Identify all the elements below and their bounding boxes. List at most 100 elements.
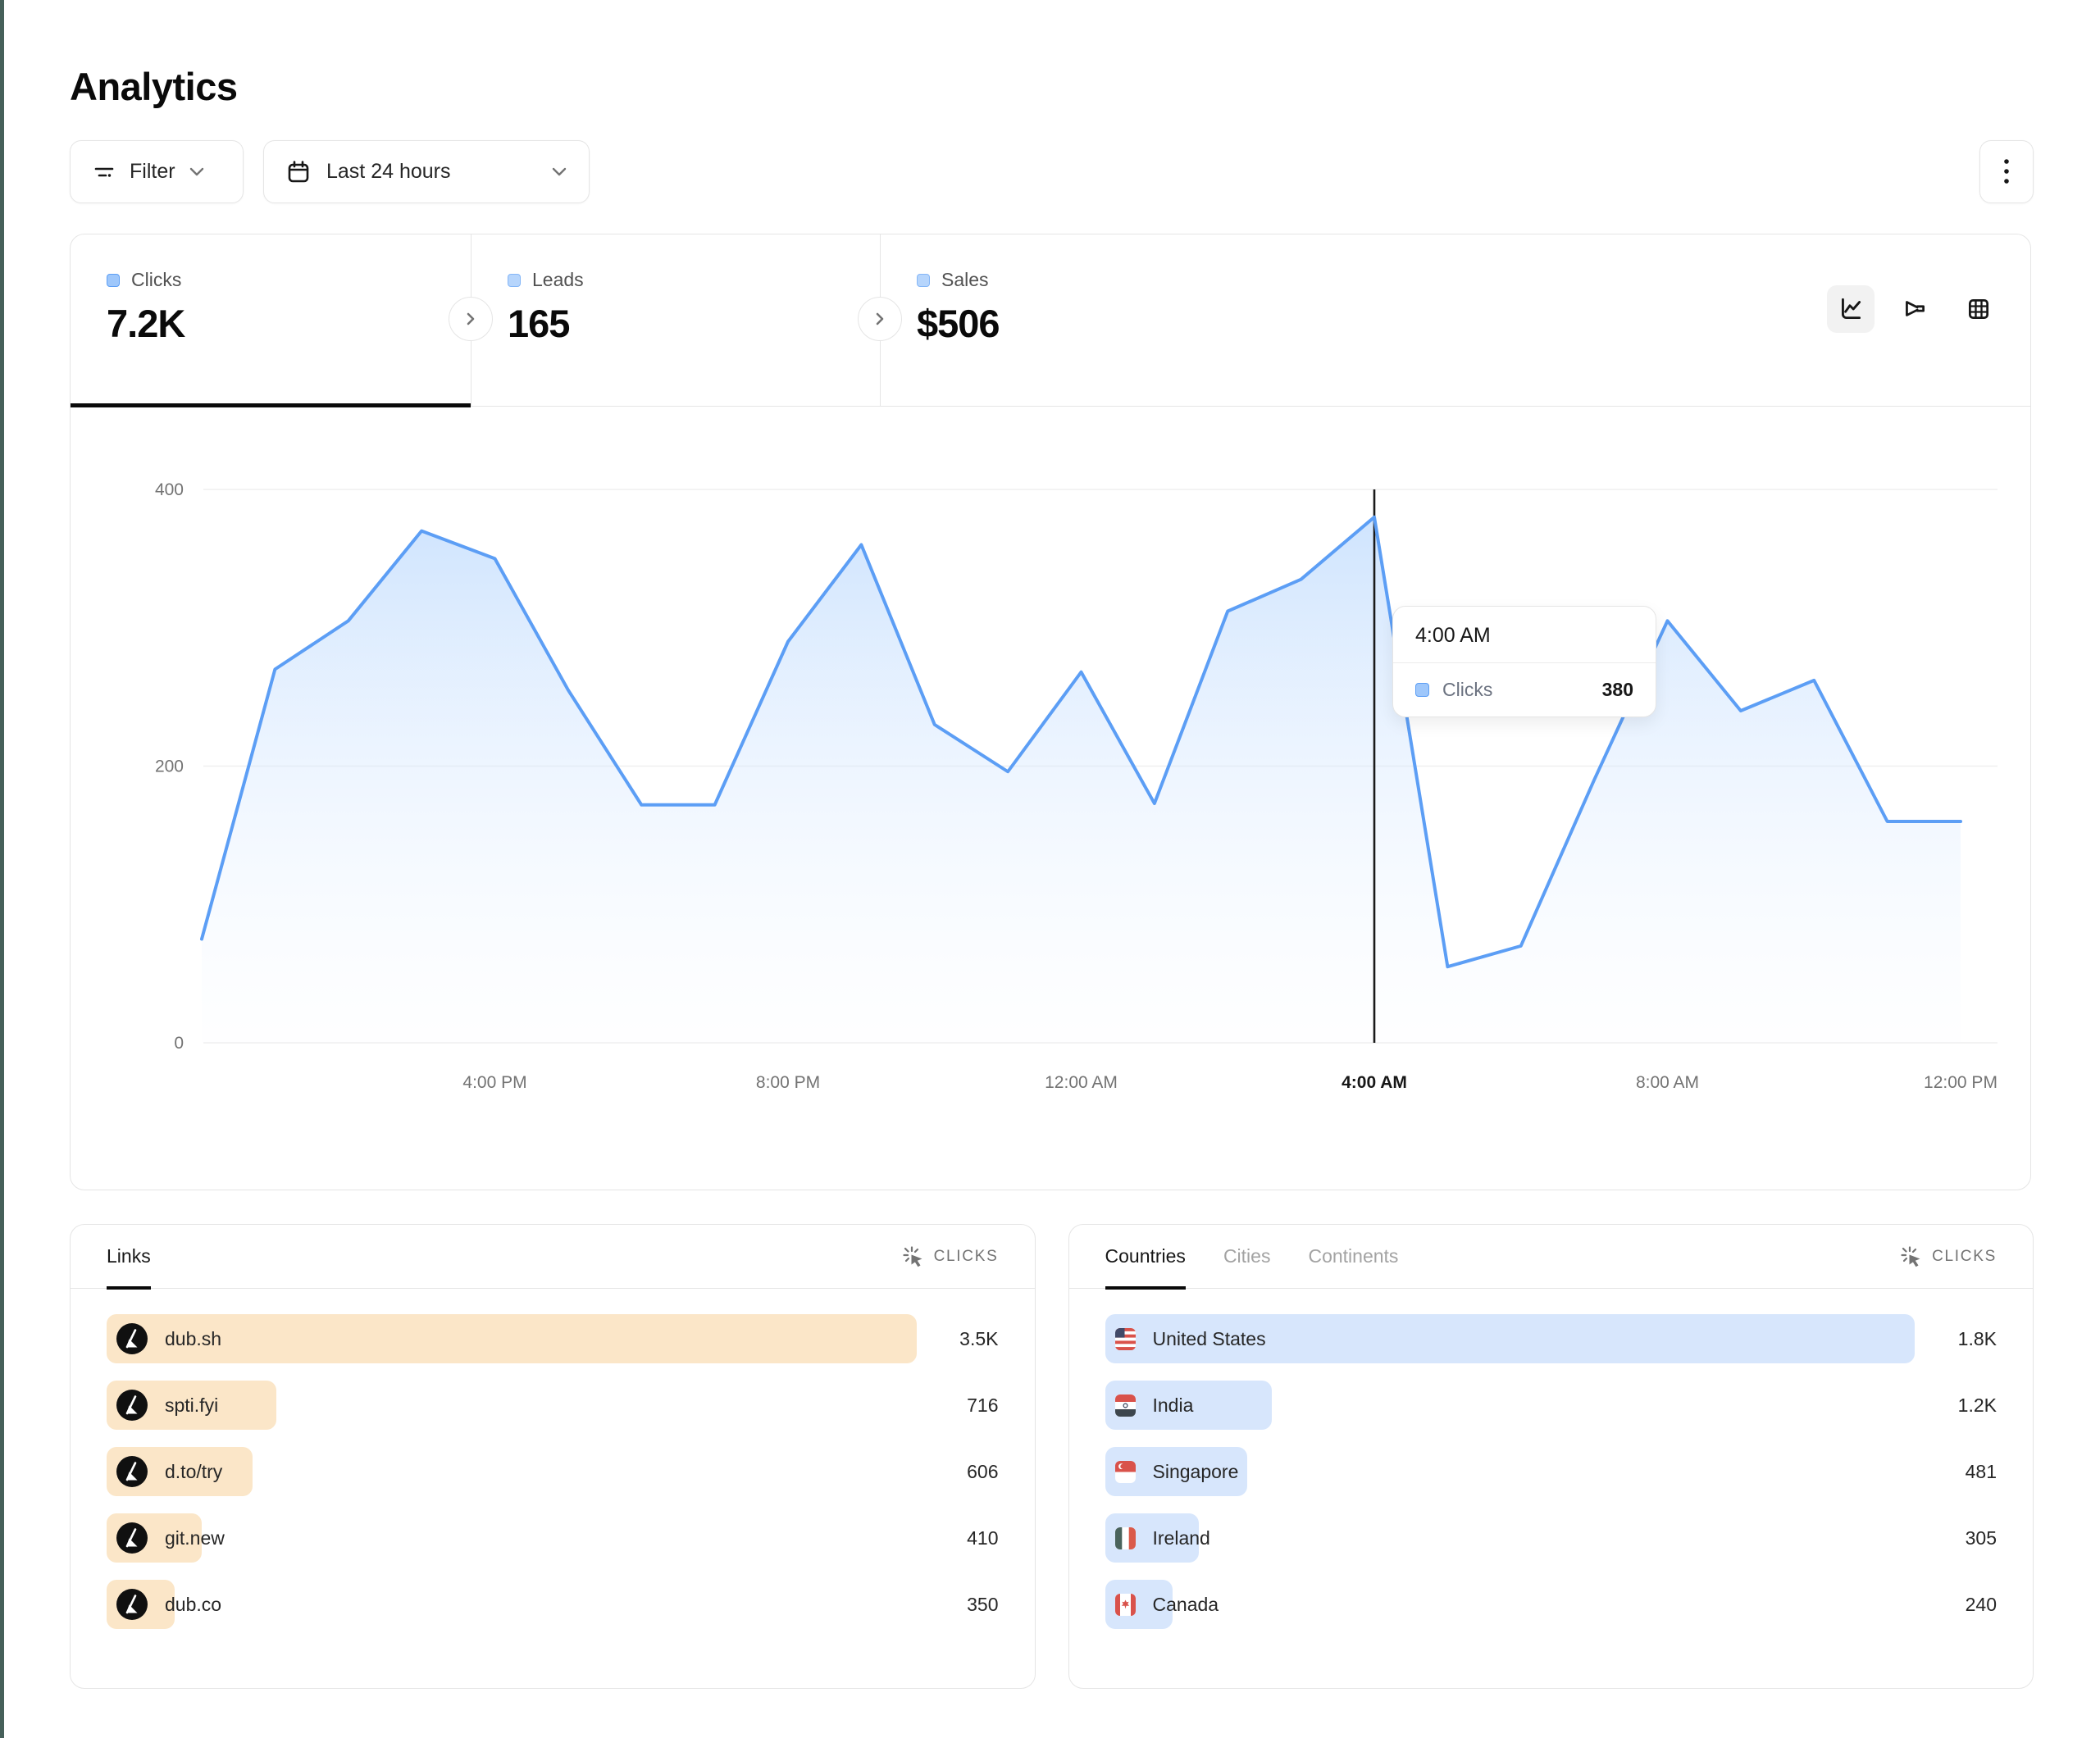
tab-continents[interactable]: Continents [1308,1225,1398,1288]
svg-text:8:00 AM: 8:00 AM [1636,1073,1699,1092]
row-label: Ireland [1153,1527,1210,1549]
link-row[interactable]: dub.co 350 [107,1580,999,1629]
tab-links[interactable]: Links [107,1225,151,1288]
row-label: Singapore [1153,1461,1239,1483]
ie-flag-icon [1115,1527,1136,1549]
sg-flag-icon [1115,1461,1136,1483]
row-label: d.to/try [165,1461,222,1483]
metric-tabs-bar: Clicks 7.2K Leads 165 Sales $506 [71,234,2030,407]
table-view-button[interactable] [1955,285,2002,333]
dub-logo-icon [116,1589,148,1620]
cursor-click-icon [1900,1245,1923,1268]
row-value: 3.5K [959,1314,998,1363]
row-head: Canada [1115,1580,1219,1629]
active-tab-underline [107,1286,151,1290]
chart-body: 0 200 400 4:00 PM 8:00 PM 12:00 AM 4:00 AM 8:00… [71,407,2029,1190]
active-tab-underline [1105,1286,1186,1290]
bar-track [1105,1513,1916,1563]
country-row[interactable]: India1.2K [1105,1381,1998,1430]
svg-text:8:00 PM: 8:00 PM [756,1073,820,1092]
row-label: dub.co [165,1594,221,1616]
bar-track [1105,1381,1916,1430]
svg-text:0: 0 [174,1034,184,1053]
line-chart-view-button[interactable] [1827,285,1875,333]
row-head: git.new [116,1513,225,1563]
svg-text:4:00 PM: 4:00 PM [462,1073,526,1092]
row-value: 305 [1966,1513,1997,1563]
metric-tab-leads[interactable]: Leads 165 [471,234,881,406]
row-label: spti.fyi [165,1394,218,1417]
in-flag-icon [1115,1394,1136,1417]
bar-track [107,1447,917,1496]
country-row[interactable]: Singapore481 [1105,1447,1998,1496]
country-row[interactable]: United States 1.8K [1105,1314,1998,1363]
row-head: United States [1115,1314,1266,1363]
clicks-marker-icon [107,274,120,287]
dub-logo-icon [116,1323,148,1354]
countries-panel: Countries Cities Continents CLICKS [1068,1224,2034,1689]
metric-value: 165 [508,301,880,346]
row-value: 350 [967,1580,998,1629]
countries-rows: United States 1.8K India1.2K Singapore481 Ir… [1069,1289,2034,1629]
clicks-marker-icon [1415,683,1429,697]
row-head: dub.sh [116,1314,221,1363]
clicks-area-chart[interactable]: 0 200 400 4:00 PM 8:00 PM 12:00 AM 4:00 AM 8:00… [71,407,2029,1190]
svg-text:200: 200 [155,758,184,776]
metric-label: Sales [941,269,989,291]
tab-label: Cities [1223,1245,1271,1267]
row-value: 1.8K [1958,1314,1997,1363]
toolbar: Filter Last 24 hours [70,140,2034,203]
row-head: dub.co [116,1580,221,1629]
row-head: spti.fyi [116,1381,218,1430]
page-title: Analytics [70,64,2034,109]
row-label: Canada [1153,1594,1219,1616]
filter-button[interactable]: Filter [70,140,244,203]
clicks-column-header[interactable]: CLICKS [902,1245,999,1268]
expand-leads-tab-button[interactable] [858,297,902,341]
clicks-column-header[interactable]: CLICKS [1900,1245,1997,1268]
line-chart-icon [1837,295,1865,323]
tab-countries[interactable]: Countries [1105,1225,1186,1288]
tab-label: Countries [1105,1245,1186,1267]
funnel-view-button[interactable] [1891,285,1938,333]
tab-label: Links [107,1245,151,1267]
tab-cities[interactable]: Cities [1223,1225,1271,1288]
row-value: 410 [967,1513,998,1563]
row-value: 240 [1966,1580,1997,1629]
bar-track [1105,1580,1916,1629]
leads-marker-icon [508,274,521,287]
tab-label: Continents [1308,1245,1398,1267]
funnel-icon [1901,295,1929,323]
row-head: d.to/try [116,1447,222,1496]
chevron-down-icon [189,166,205,179]
date-range-button[interactable]: Last 24 hours [263,140,590,203]
date-range-label: Last 24 hours [326,160,451,184]
sidebar-edge [0,0,4,1738]
country-row[interactable]: Ireland 305 [1105,1513,1998,1563]
ca-flag-icon [1115,1594,1136,1616]
tooltip-value: 380 [1602,679,1633,701]
svg-text:12:00 AM: 12:00 AM [1045,1073,1118,1092]
bar-track [107,1314,917,1363]
chevron-right-icon [872,310,887,328]
filter-button-label: Filter [130,160,175,184]
metric-label: Clicks [131,269,181,291]
links-rows: dub.sh 3.5K spti.fyi716 d.to/try606 git.new 4… [71,1289,1035,1629]
link-row[interactable]: spti.fyi716 [107,1381,999,1430]
row-label: git.new [165,1527,225,1549]
tooltip-time: 4:00 AM [1393,607,1656,663]
cursor-click-icon [902,1245,925,1268]
more-options-button[interactable] [1979,140,2034,203]
dub-logo-icon [116,1522,148,1554]
chart-tooltip: 4:00 AM Clicks 380 [1392,606,1656,717]
svg-text:400: 400 [155,480,184,499]
link-row[interactable]: git.new 410 [107,1513,999,1563]
metric-value: 7.2K [107,301,471,346]
country-row[interactable]: Canada 240 [1105,1580,1998,1629]
expand-clicks-tab-button[interactable] [449,297,493,341]
link-row[interactable]: dub.sh 3.5K [107,1314,999,1363]
link-row[interactable]: d.to/try606 [107,1447,999,1496]
metric-label: Leads [532,269,584,291]
metric-tab-clicks[interactable]: Clicks 7.2K [71,234,471,406]
row-head: Ireland [1115,1513,1210,1563]
